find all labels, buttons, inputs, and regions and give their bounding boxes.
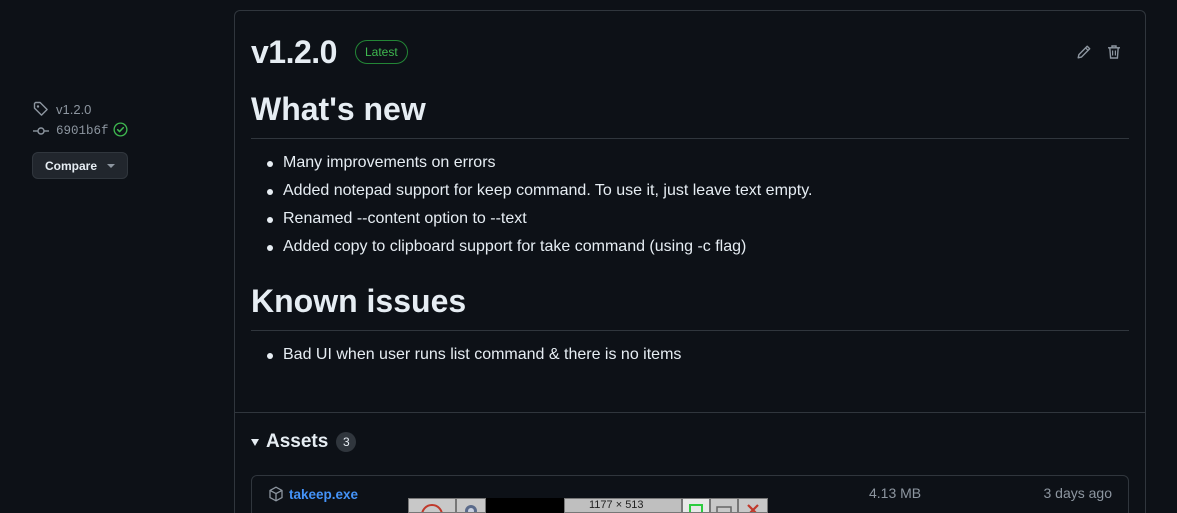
asset-size: 4.13 MB [869,485,922,501]
known-issues-list: Bad UI when user runs list command & the… [251,341,1129,369]
dimension-text: 1177 × 513 [589,499,644,511]
release-header: v1.2.0 Latest [251,11,1129,75]
latest-badge: Latest [354,40,408,64]
edit-pencil-icon[interactable] [1075,43,1093,61]
record-icon[interactable] [408,498,456,513]
list-item: Bad UI when user runs list command & the… [267,341,1129,369]
section-divider [235,412,1145,413]
release-page: v1.2.0 6901b6f Compare v1.2.0 Latest Wha… [0,0,1177,513]
whats-new-heading: What's new [251,91,1129,139]
release-tools [1075,43,1123,61]
disclosure-triangle-icon[interactable] [251,438,259,446]
assets-header[interactable]: Assets 3 [251,431,357,453]
dimension-readout: 1177 × 513 [564,498,682,513]
package-icon [268,486,284,502]
close-icon[interactable] [738,498,768,513]
commit-hash[interactable]: 6901b6f [56,124,109,138]
release-version[interactable]: v1.2.0 [251,34,337,71]
tag-row[interactable]: v1.2.0 [32,98,128,120]
asset-name[interactable]: takeep.exe [289,487,358,502]
preview-area [486,498,564,513]
compare-label: Compare [45,158,98,173]
window-icon[interactable] [710,498,738,513]
asset-date: 3 days ago [1043,485,1113,501]
tag-icon [32,100,50,118]
tag-label[interactable]: v1.2.0 [56,102,91,117]
release-sidebar: v1.2.0 6901b6f Compare [32,98,129,179]
list-item: Renamed --content option to --text [267,205,1129,233]
commit-row[interactable]: 6901b6f [32,120,128,142]
verified-check-icon [112,122,128,140]
commit-icon [32,122,50,140]
list-item: Many improvements on errors [267,149,1129,177]
known-issues-heading: Known issues [251,283,1129,331]
select-region-icon[interactable] [682,498,710,513]
camera-icon[interactable] [456,498,486,513]
screenshot-toolbar: 1177 × 513 [408,498,768,513]
assets-count-badge: 3 [336,432,357,452]
list-item: Added notepad support for keep command. … [267,177,1129,205]
assets-title[interactable]: Assets [266,431,328,453]
release-card: v1.2.0 Latest What's new Many improvemen… [234,10,1146,513]
list-item: Added copy to clipboard support for take… [267,233,1129,261]
chevron-down-icon [107,163,116,168]
compare-button[interactable]: Compare [32,152,129,179]
asset-link[interactable]: takeep.exe [268,486,358,502]
whats-new-list: Many improvements on errors Added notepa… [251,149,1129,261]
trash-icon[interactable] [1105,43,1123,61]
